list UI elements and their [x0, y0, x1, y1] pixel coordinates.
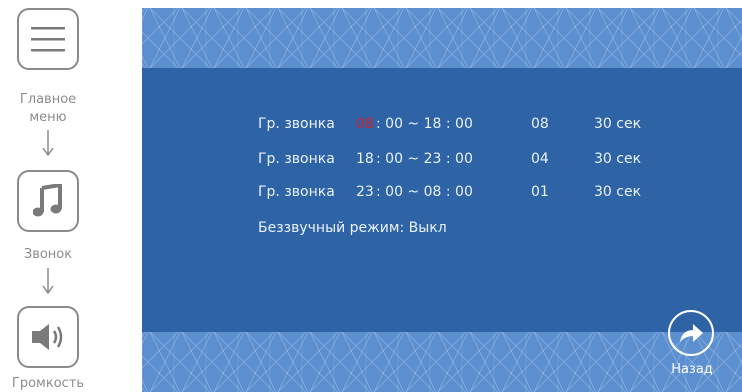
arrow-down-icon — [42, 268, 54, 295]
time-range: : 00 ~ 18 : 00 — [376, 116, 473, 132]
decorative-bottom-band — [142, 332, 742, 392]
back-button[interactable]: Назад — [664, 310, 720, 380]
back-arrow-icon — [680, 324, 703, 342]
main-menu-label-line1: Главное — [19, 92, 77, 107]
music-note-icon — [33, 184, 62, 217]
volume-value: 01 — [531, 184, 549, 200]
silent-mode-text: Беззвучный режим: Выкл — [258, 220, 447, 236]
speaker-icon — [32, 324, 63, 350]
back-label: Назад — [671, 362, 713, 377]
start-hour[interactable]: 08 — [356, 113, 374, 135]
volume-label: Громкость — [11, 376, 85, 391]
duration-value: 30 сек — [594, 184, 642, 200]
time-range: : 00 ~ 08 : 00 — [376, 184, 473, 200]
time-range: : 00 ~ 23 : 00 — [376, 151, 473, 167]
volume-value: 04 — [531, 151, 549, 167]
row-label: Гр. звонка — [258, 151, 335, 167]
volume-button[interactable] — [17, 306, 79, 368]
decorative-top-band — [142, 8, 742, 68]
pattern-graphic — [142, 332, 742, 392]
row-label: Гр. звонка — [258, 116, 335, 132]
ring-label: Звонок — [23, 247, 73, 262]
main-menu-label-line2: меню — [29, 110, 67, 125]
duration-value: 30 сек — [594, 151, 642, 167]
row-label: Гр. звонка — [258, 184, 335, 200]
start-hour[interactable]: 23 — [356, 181, 374, 203]
ring-button[interactable] — [17, 170, 79, 232]
arrow-down-icon — [42, 130, 54, 157]
volume-value: 08 — [531, 116, 549, 132]
main-menu-label: Главное меню — [0, 91, 96, 127]
pattern-graphic — [142, 8, 742, 68]
back-circle[interactable] — [668, 310, 714, 356]
ring-schedule-screen: Гр. звонка 08 : 00 ~ 18 : 00 08 30 сек Г… — [142, 8, 742, 392]
start-hour[interactable]: 18 — [356, 148, 374, 170]
main-menu-button[interactable] — [17, 8, 79, 70]
menu-icon — [31, 27, 65, 52]
duration-value: 30 сек — [594, 116, 642, 132]
